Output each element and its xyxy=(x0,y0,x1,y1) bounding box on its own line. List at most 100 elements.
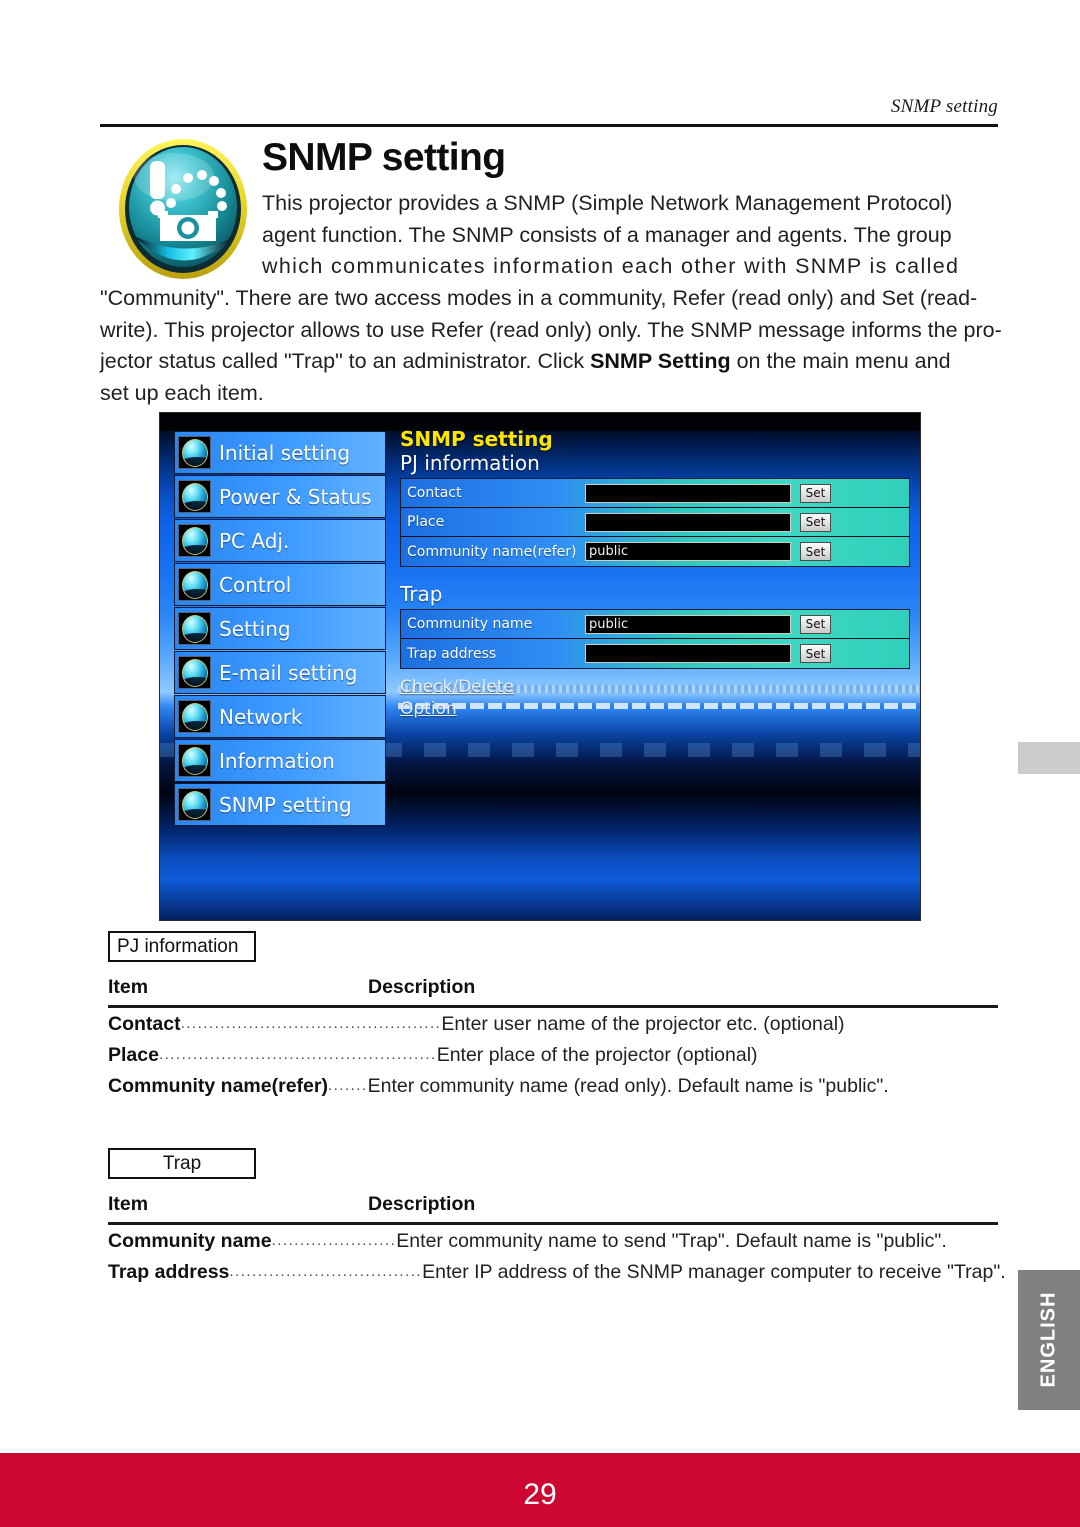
orb-information-icon xyxy=(178,744,211,777)
set-button-trap-community-name[interactable]: Set xyxy=(800,614,831,634)
trap-tag: Trap xyxy=(108,1148,256,1179)
orb-email-icon xyxy=(178,656,211,689)
pj-information-table: Contact Set Place Set Community name(ref… xyxy=(400,478,910,567)
intro-line-2: agent function. The SNMP consists of a m… xyxy=(262,222,952,247)
trap-community-name-input[interactable]: public xyxy=(585,614,791,634)
intro-line-6: jector status called "Trap" to an admini… xyxy=(100,346,998,378)
sidebar-item-power-status[interactable]: Power & Status xyxy=(174,475,386,518)
table-header-divider xyxy=(108,1222,998,1225)
set-button-place[interactable]: Set xyxy=(800,512,831,532)
option-link[interactable]: Option xyxy=(400,698,457,720)
form-row-trap-address: Trap address Set xyxy=(401,639,909,668)
pj-information-tag: PJ information xyxy=(108,931,256,962)
sidebar-item-label: Power & Status xyxy=(219,484,372,509)
english-language-tab: ENGLISH xyxy=(1018,1270,1080,1410)
intro-line-1: This projector provides a SNMP (Simple N… xyxy=(262,191,953,215)
row-item: Trap address xyxy=(108,1261,230,1283)
sidebar-item-label: Setting xyxy=(219,616,291,641)
table-row: Community name ...................... En… xyxy=(108,1228,998,1256)
column-header-item: Item xyxy=(108,1193,149,1215)
column-header-description: Description xyxy=(368,1193,476,1215)
intro-line-6-c: on the main menu and xyxy=(730,349,951,373)
row-description: Enter user name of the projector etc. (o… xyxy=(441,1013,845,1035)
table-row: Trap address ...........................… xyxy=(108,1259,1006,1287)
sidebar-item-label: Information xyxy=(219,748,335,773)
form-row-community-name-refer: Community name(refer) public Set xyxy=(401,537,909,566)
projector-alert-icon xyxy=(114,133,252,285)
orb-setting-icon xyxy=(178,612,211,645)
sidebar-item-email-setting[interactable]: E-mail setting xyxy=(174,651,386,694)
community-name-refer-input[interactable]: public xyxy=(585,542,791,561)
contact-input[interactable] xyxy=(585,483,791,503)
sidebar-item-control[interactable]: Control xyxy=(174,563,386,606)
screenshot-form-panel: SNMP setting PJ information Contact Set … xyxy=(400,427,910,720)
dot-leader: ...................... xyxy=(271,1232,397,1249)
screenshot-sidebar-menu: Initial setting Power & Status PC Adj. C… xyxy=(174,431,386,827)
sidebar-item-label: Network xyxy=(219,704,303,729)
form-row-trap-community-name: Community name public Set xyxy=(401,610,909,639)
row-description: Enter community name (read only). Defaul… xyxy=(367,1075,889,1097)
trap-description-block: Trap Item Description Community name ...… xyxy=(108,1148,1006,1287)
dot-leader: ........................................… xyxy=(180,1015,442,1032)
dot-leader: ....... xyxy=(327,1077,368,1094)
sidebar-item-label: SNMP setting xyxy=(219,792,352,817)
margin-gray-tab xyxy=(1018,742,1080,774)
table-row: Community name(refer) ....... Enter comm… xyxy=(108,1073,998,1101)
table-header-divider xyxy=(108,1005,998,1008)
sidebar-item-label: E-mail setting xyxy=(219,660,358,685)
row-item: Contact xyxy=(108,1013,181,1035)
intro-paragraph-bottom: "Community". There are two access modes … xyxy=(100,283,1002,409)
row-item: Place xyxy=(108,1044,159,1066)
sidebar-item-initial-setting[interactable]: Initial setting xyxy=(174,431,386,474)
pj-information-description-block: PJ information Item Description Contact … xyxy=(108,931,998,1101)
field-label: Place xyxy=(407,514,445,530)
sidebar-item-network[interactable]: Network xyxy=(174,695,386,738)
sidebar-item-information[interactable]: Information xyxy=(174,739,386,782)
intro-line-6-a: jector status called "Trap" to an admini… xyxy=(100,349,591,373)
sidebar-item-label: PC Adj. xyxy=(219,528,290,553)
row-item: Community name(refer) xyxy=(108,1075,328,1097)
sidebar-item-label: Control xyxy=(219,572,292,597)
trap-address-input[interactable] xyxy=(585,644,791,663)
pj-information-heading: PJ information xyxy=(400,451,540,475)
english-tab-label: ENGLISH xyxy=(1037,1291,1060,1388)
table-header-row: Item Description xyxy=(108,1193,998,1216)
set-button-trap-address[interactable]: Set xyxy=(800,644,831,663)
snmp-setting-emphasis: SNMP Setting xyxy=(590,349,731,373)
set-button-contact[interactable]: Set xyxy=(800,483,831,503)
intro-line-4: "Community". There are two access modes … xyxy=(100,286,978,310)
projector-web-ui-screenshot: Initial setting Power & Status PC Adj. C… xyxy=(159,412,921,921)
form-row-contact: Contact Set xyxy=(401,479,909,508)
header-divider xyxy=(100,124,998,127)
table-row: Contact ................................… xyxy=(108,1011,998,1039)
orb-snmp-icon xyxy=(178,788,211,821)
intro-paragraph-top: This projector provides a SNMP (Simple N… xyxy=(262,188,998,283)
orb-control-icon xyxy=(178,568,211,601)
trap-table: Community name public Set Trap address S… xyxy=(400,609,910,669)
set-button-community-name-refer[interactable]: Set xyxy=(800,542,831,561)
sidebar-item-label: Initial setting xyxy=(219,440,351,465)
orb-pcadj-icon xyxy=(178,524,211,557)
form-row-place: Place Set xyxy=(401,508,909,537)
place-input[interactable] xyxy=(585,512,791,532)
field-label: Community name(refer) xyxy=(407,543,577,560)
row-description: Enter IP address of the SNMP manager com… xyxy=(422,1261,1006,1283)
check-delete-link[interactable]: Check/Delete xyxy=(400,676,514,698)
field-label: Community name xyxy=(407,616,533,632)
row-description: Enter place of the projector (optional) xyxy=(436,1044,758,1066)
sidebar-item-setting[interactable]: Setting xyxy=(174,607,386,650)
sidebar-item-snmp-setting[interactable]: SNMP setting xyxy=(174,783,386,826)
field-label: Trap address xyxy=(407,645,497,662)
orb-initial-icon xyxy=(178,436,211,469)
orb-power-icon xyxy=(178,480,211,513)
table-header-row: Item Description xyxy=(108,976,998,999)
trap-heading: Trap xyxy=(400,582,443,606)
form-panel-title: SNMP setting xyxy=(400,427,553,451)
row-description: Enter community name to send "Trap". Def… xyxy=(396,1230,947,1252)
intro-line-5: write). This projector allows to use Ref… xyxy=(100,317,1002,342)
sidebar-item-pc-adj[interactable]: PC Adj. xyxy=(174,519,386,562)
intro-line-3: which communicates information each othe… xyxy=(262,254,960,278)
running-header: SNMP setting xyxy=(890,96,998,117)
intro-line-7: set up each item. xyxy=(100,380,264,405)
field-label: Contact xyxy=(407,485,462,501)
